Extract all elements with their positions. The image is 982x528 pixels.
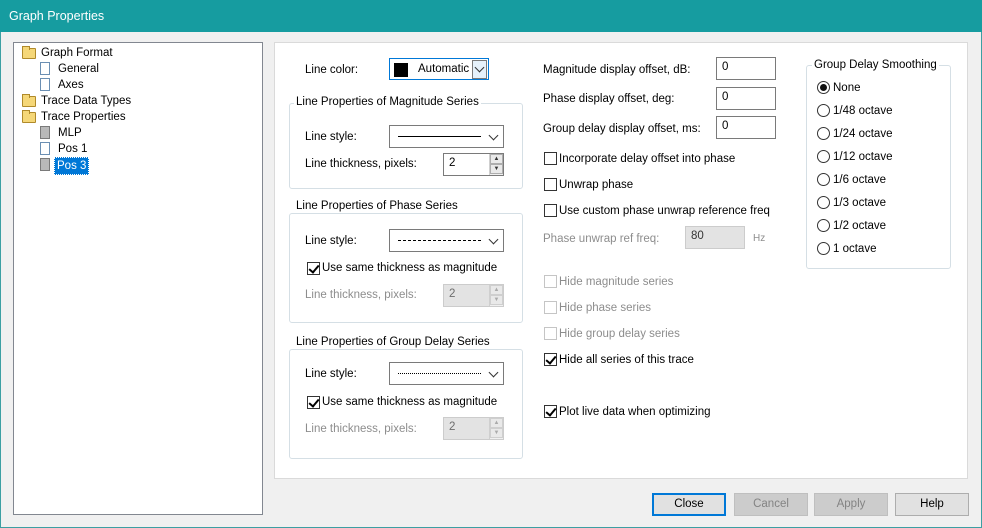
smoothing-option-label: 1/48 octave (833, 105, 893, 117)
smoothing-option-label: 1/2 octave (833, 220, 887, 232)
magnitude-style-label: Line style: (305, 131, 357, 143)
spin-up-icon[interactable]: ▲ (490, 418, 503, 428)
phase-offset-label: Phase display offset, deg: (543, 93, 675, 105)
hide-phase-checkbox[interactable] (544, 301, 557, 314)
smoothing-group (806, 65, 951, 269)
smoothing-option-label: 1/3 octave (833, 197, 887, 209)
delay-thickness-label: Line thickness, pixels: (305, 423, 417, 435)
smoothing-radio[interactable] (817, 219, 830, 232)
magnitude-line-style-select[interactable] (389, 125, 504, 148)
spin-up-icon[interactable]: ▲ (490, 285, 503, 295)
folder-icon (22, 46, 36, 59)
delay-same-thickness-label: Use same thickness as magnitude (322, 396, 498, 408)
hide-all-label: Hide all series of this trace (559, 354, 694, 366)
incorporate-delay-checkbox[interactable] (544, 152, 557, 165)
category-tree[interactable]: Graph Format General Axes Trace Data Typ… (13, 42, 263, 515)
phase-group-title: Line Properties of Phase Series (294, 200, 460, 212)
cancel-button[interactable]: Cancel (734, 493, 808, 516)
hide-phase-label: Hide phase series (559, 302, 652, 314)
delay-thickness-stepper[interactable]: 2 ▲ ▼ (443, 417, 504, 440)
help-button[interactable]: Help (895, 493, 969, 516)
spin-down-icon[interactable]: ▼ (490, 164, 503, 174)
delay-offset-label: Group delay display offset, ms: (543, 123, 701, 135)
spin-down-icon[interactable]: ▼ (490, 295, 503, 305)
phase-offset-input[interactable]: 0 (716, 87, 776, 110)
smoothing-radio[interactable] (817, 173, 830, 186)
hide-delay-checkbox[interactable] (544, 327, 557, 340)
delay-line-style-select[interactable] (389, 362, 504, 385)
smoothing-group-title: Group Delay Smoothing (812, 59, 939, 71)
properties-panel: Line color: Automatic Line Properties of… (274, 42, 968, 479)
hide-magnitude-label: Hide magnitude series (559, 276, 674, 288)
magnitude-group-title: Line Properties of Magnitude Series (294, 96, 481, 108)
chevron-down-icon[interactable] (472, 60, 487, 79)
smoothing-option-label: 1/6 octave (833, 174, 887, 186)
unwrap-ref-input[interactable]: 80 (685, 226, 745, 249)
page-icon (40, 142, 50, 155)
color-swatch (394, 63, 408, 77)
smoothing-option-label: None (833, 82, 861, 94)
phase-thickness-stepper[interactable]: 2 ▲ ▼ (443, 284, 504, 307)
hide-magnitude-checkbox[interactable] (544, 275, 557, 288)
close-button[interactable]: Close (652, 493, 726, 516)
custom-unwrap-label: Use custom phase unwrap reference freq (559, 205, 770, 217)
phase-line-style-select[interactable] (389, 229, 504, 252)
unwrap-phase-checkbox[interactable] (544, 178, 557, 191)
magnitude-thickness-label: Line thickness, pixels: (305, 158, 417, 170)
title-bar: Graph Properties (0, 0, 982, 32)
magnitude-offset-input[interactable]: 0 (716, 57, 776, 80)
plot-live-checkbox[interactable] (544, 405, 557, 418)
phase-same-thickness-label: Use same thickness as magnitude (322, 262, 498, 274)
trace-icon (40, 158, 50, 171)
incorporate-delay-label: Incorporate delay offset into phase (559, 153, 736, 165)
smoothing-option-label: 1/12 octave (833, 151, 893, 163)
folder-icon (22, 110, 36, 123)
apply-button[interactable]: Apply (814, 493, 888, 516)
chevron-down-icon (488, 367, 499, 378)
line-color-label: Line color: (305, 64, 359, 76)
page-icon (40, 78, 50, 91)
window-title: Graph Properties (9, 9, 105, 23)
smoothing-radio[interactable] (817, 127, 830, 140)
phase-thickness-label: Line thickness, pixels: (305, 289, 417, 301)
folder-icon (22, 94, 36, 107)
delay-group-title: Line Properties of Group Delay Series (294, 336, 492, 348)
chevron-down-icon (488, 234, 499, 245)
delay-same-thickness-checkbox[interactable] (307, 396, 320, 409)
plot-live-label: Plot live data when optimizing (559, 406, 711, 418)
smoothing-radio[interactable] (817, 81, 830, 94)
unwrap-ref-label: Phase unwrap ref freq: (543, 233, 660, 245)
unwrap-ref-unit: Hz (753, 233, 766, 244)
smoothing-radio[interactable] (817, 196, 830, 209)
line-color-picker[interactable]: Automatic (389, 58, 489, 80)
delay-offset-input[interactable]: 0 (716, 116, 776, 139)
hide-all-checkbox[interactable] (544, 353, 557, 366)
spin-down-icon[interactable]: ▼ (490, 428, 503, 438)
dashed-line-sample (398, 240, 481, 241)
hide-delay-label: Hide group delay series (559, 328, 680, 340)
phase-same-thickness-checkbox[interactable] (307, 262, 320, 275)
page-icon (40, 62, 50, 75)
solid-line-sample (398, 136, 481, 137)
spin-up-icon[interactable]: ▲ (490, 154, 503, 164)
smoothing-radio[interactable] (817, 150, 830, 163)
magnitude-offset-label: Magnitude display offset, dB: (543, 64, 691, 76)
unwrap-phase-label: Unwrap phase (559, 179, 634, 191)
chevron-down-icon (488, 130, 499, 141)
phase-style-label: Line style: (305, 235, 357, 247)
magnitude-thickness-stepper[interactable]: 2 ▲ ▼ (443, 153, 504, 176)
smoothing-radio[interactable] (817, 242, 830, 255)
dash-dot-line-sample (398, 373, 481, 374)
smoothing-option-label: 1 octave (833, 243, 877, 255)
custom-unwrap-checkbox[interactable] (544, 204, 557, 217)
trace-icon (40, 126, 50, 139)
delay-style-label: Line style: (305, 368, 357, 380)
smoothing-option-label: 1/24 octave (833, 128, 893, 140)
smoothing-radio[interactable] (817, 104, 830, 117)
